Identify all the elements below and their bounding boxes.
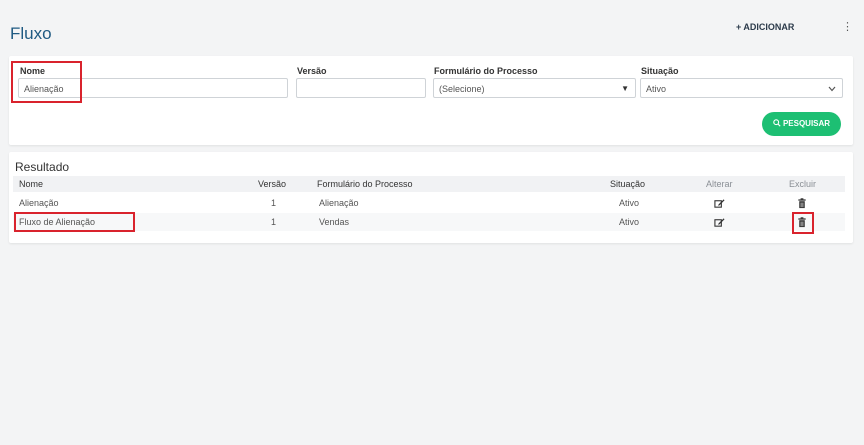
highlight-box-delete <box>792 212 814 234</box>
versao-input[interactable] <box>296 78 426 98</box>
results-title: Resultado <box>15 160 70 174</box>
cell-situacao: Ativo <box>619 198 640 208</box>
edit-icon[interactable] <box>714 196 725 214</box>
col-excluir: Excluir <box>789 179 817 189</box>
table-header: Nome Versão Formulário do Processo Situa… <box>13 176 845 192</box>
situacao-label: Situação <box>641 66 679 76</box>
page-title: Fluxo <box>10 24 52 43</box>
col-alterar: Alterar <box>706 179 733 189</box>
col-situacao: Situação <box>610 179 646 189</box>
situacao-select[interactable]: Ativo <box>640 78 843 98</box>
col-formulario: Formulário do Processo <box>317 179 413 189</box>
chevron-down-icon: ▼ <box>621 84 629 93</box>
cell-nome: Alienação <box>19 198 59 208</box>
table-row[interactable]: Fluxo de Alienação 1 Vendas Ativo <box>13 213 845 231</box>
formulario-select[interactable]: (Selecione) ▼ <box>433 78 636 98</box>
add-button[interactable]: + ADICIONAR <box>736 22 794 32</box>
results-panel: Resultado Nome Versão Formulário do Proc… <box>9 152 853 243</box>
table-row[interactable]: Alienação 1 Alienação Ativo <box>13 194 845 212</box>
versao-label: Versão <box>297 66 327 76</box>
filter-panel: Nome Alienação Versão Formulário do Proc… <box>9 56 853 145</box>
cell-formulario: Vendas <box>319 217 350 227</box>
col-nome: Nome <box>19 179 44 189</box>
search-button-label: PESQUISAR <box>782 119 831 128</box>
chevron-down-icon <box>828 79 836 100</box>
situacao-select-value: Ativo <box>646 84 667 94</box>
highlight-box-row-name <box>14 212 135 232</box>
more-menu-icon[interactable]: ⋮ <box>842 20 853 33</box>
formulario-select-value: (Selecione) <box>439 84 485 94</box>
cell-situacao: Ativo <box>619 217 640 227</box>
cell-formulario: Alienação <box>319 198 359 208</box>
search-icon <box>773 119 781 127</box>
edit-icon[interactable] <box>714 215 725 233</box>
col-versao: Versão <box>258 179 287 189</box>
formulario-label: Formulário do Processo <box>434 66 538 76</box>
highlight-box-nome <box>11 61 82 103</box>
cell-versao: 1 <box>271 217 277 227</box>
search-button[interactable]: PESQUISAR <box>762 112 841 136</box>
cell-versao: 1 <box>271 198 277 208</box>
